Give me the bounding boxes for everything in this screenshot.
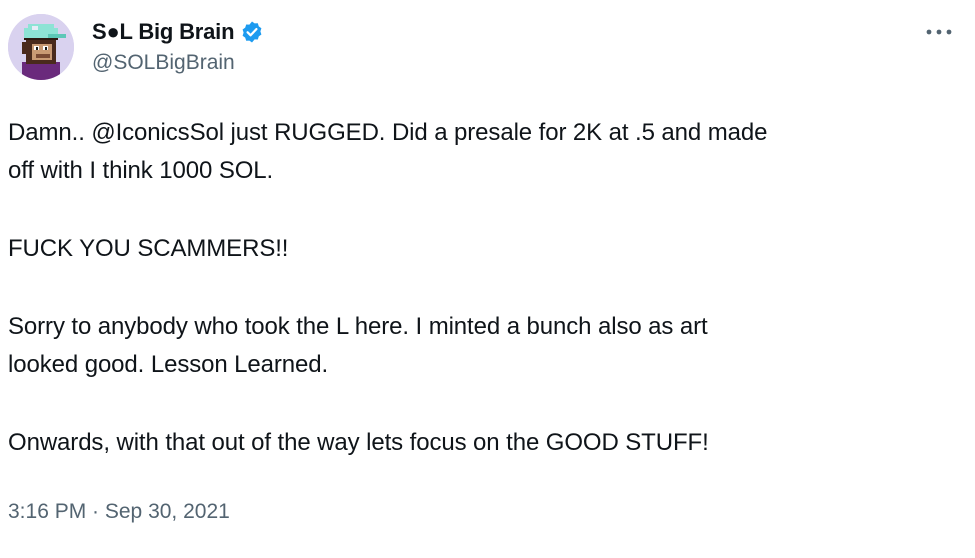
tweet-paragraph-4: Onwards, with that out of the way lets f… [8,424,963,462]
display-name-row: S●L Big Brain [92,16,264,48]
tweet-timestamp[interactable]: 3:16 PM · Sep 30, 2021 [8,500,230,524]
more-options-button[interactable] [922,20,956,44]
tweet-paragraph-3: Sorry to anybody who took the L here. I … [8,308,963,384]
verified-badge-icon[interactable] [240,20,264,44]
avatar[interactable] [8,14,74,80]
author-names: S●L Big Brain @SOLBigBrain [92,16,264,75]
tweet-paragraph-1: Damn.. @IconicsSol just RUGGED. Did a pr… [8,114,963,190]
tweet-text: Damn.. @IconicsSol just RUGGED. Did a pr… [8,114,963,462]
tweet-text-segment: just RUGGED. Did a presale for 2K at .5 … [223,119,768,146]
pixel-ape-avatar-icon [8,14,74,80]
tweet-text-segment: looked good. Lesson Learned. [8,351,329,378]
tweet-header: S●L Big Brain @SOLBigBrain [8,14,968,84]
more-dots-icon [926,29,952,35]
author-handle[interactable]: @SOLBigBrain [92,51,264,75]
display-name[interactable]: S●L Big Brain [92,19,235,45]
mention-link[interactable]: @IconicsSol [91,119,224,146]
tweet-text-segment: FUCK YOU SCAMMERS!! [8,235,289,262]
tweet-text-segment: Sorry to anybody who took the L here. I … [8,313,708,340]
tweet-paragraph-2: FUCK YOU SCAMMERS!! [8,230,963,268]
tweet-text-segment: Damn.. [8,119,92,146]
tweet-text-segment: off with I think 1000 SOL. [8,157,274,184]
tweet-text-segment: Onwards, with that out of the way lets f… [8,429,709,456]
tweet-card: S●L Big Brain @SOLBigBrain Damn.. @Iconi… [0,0,975,558]
